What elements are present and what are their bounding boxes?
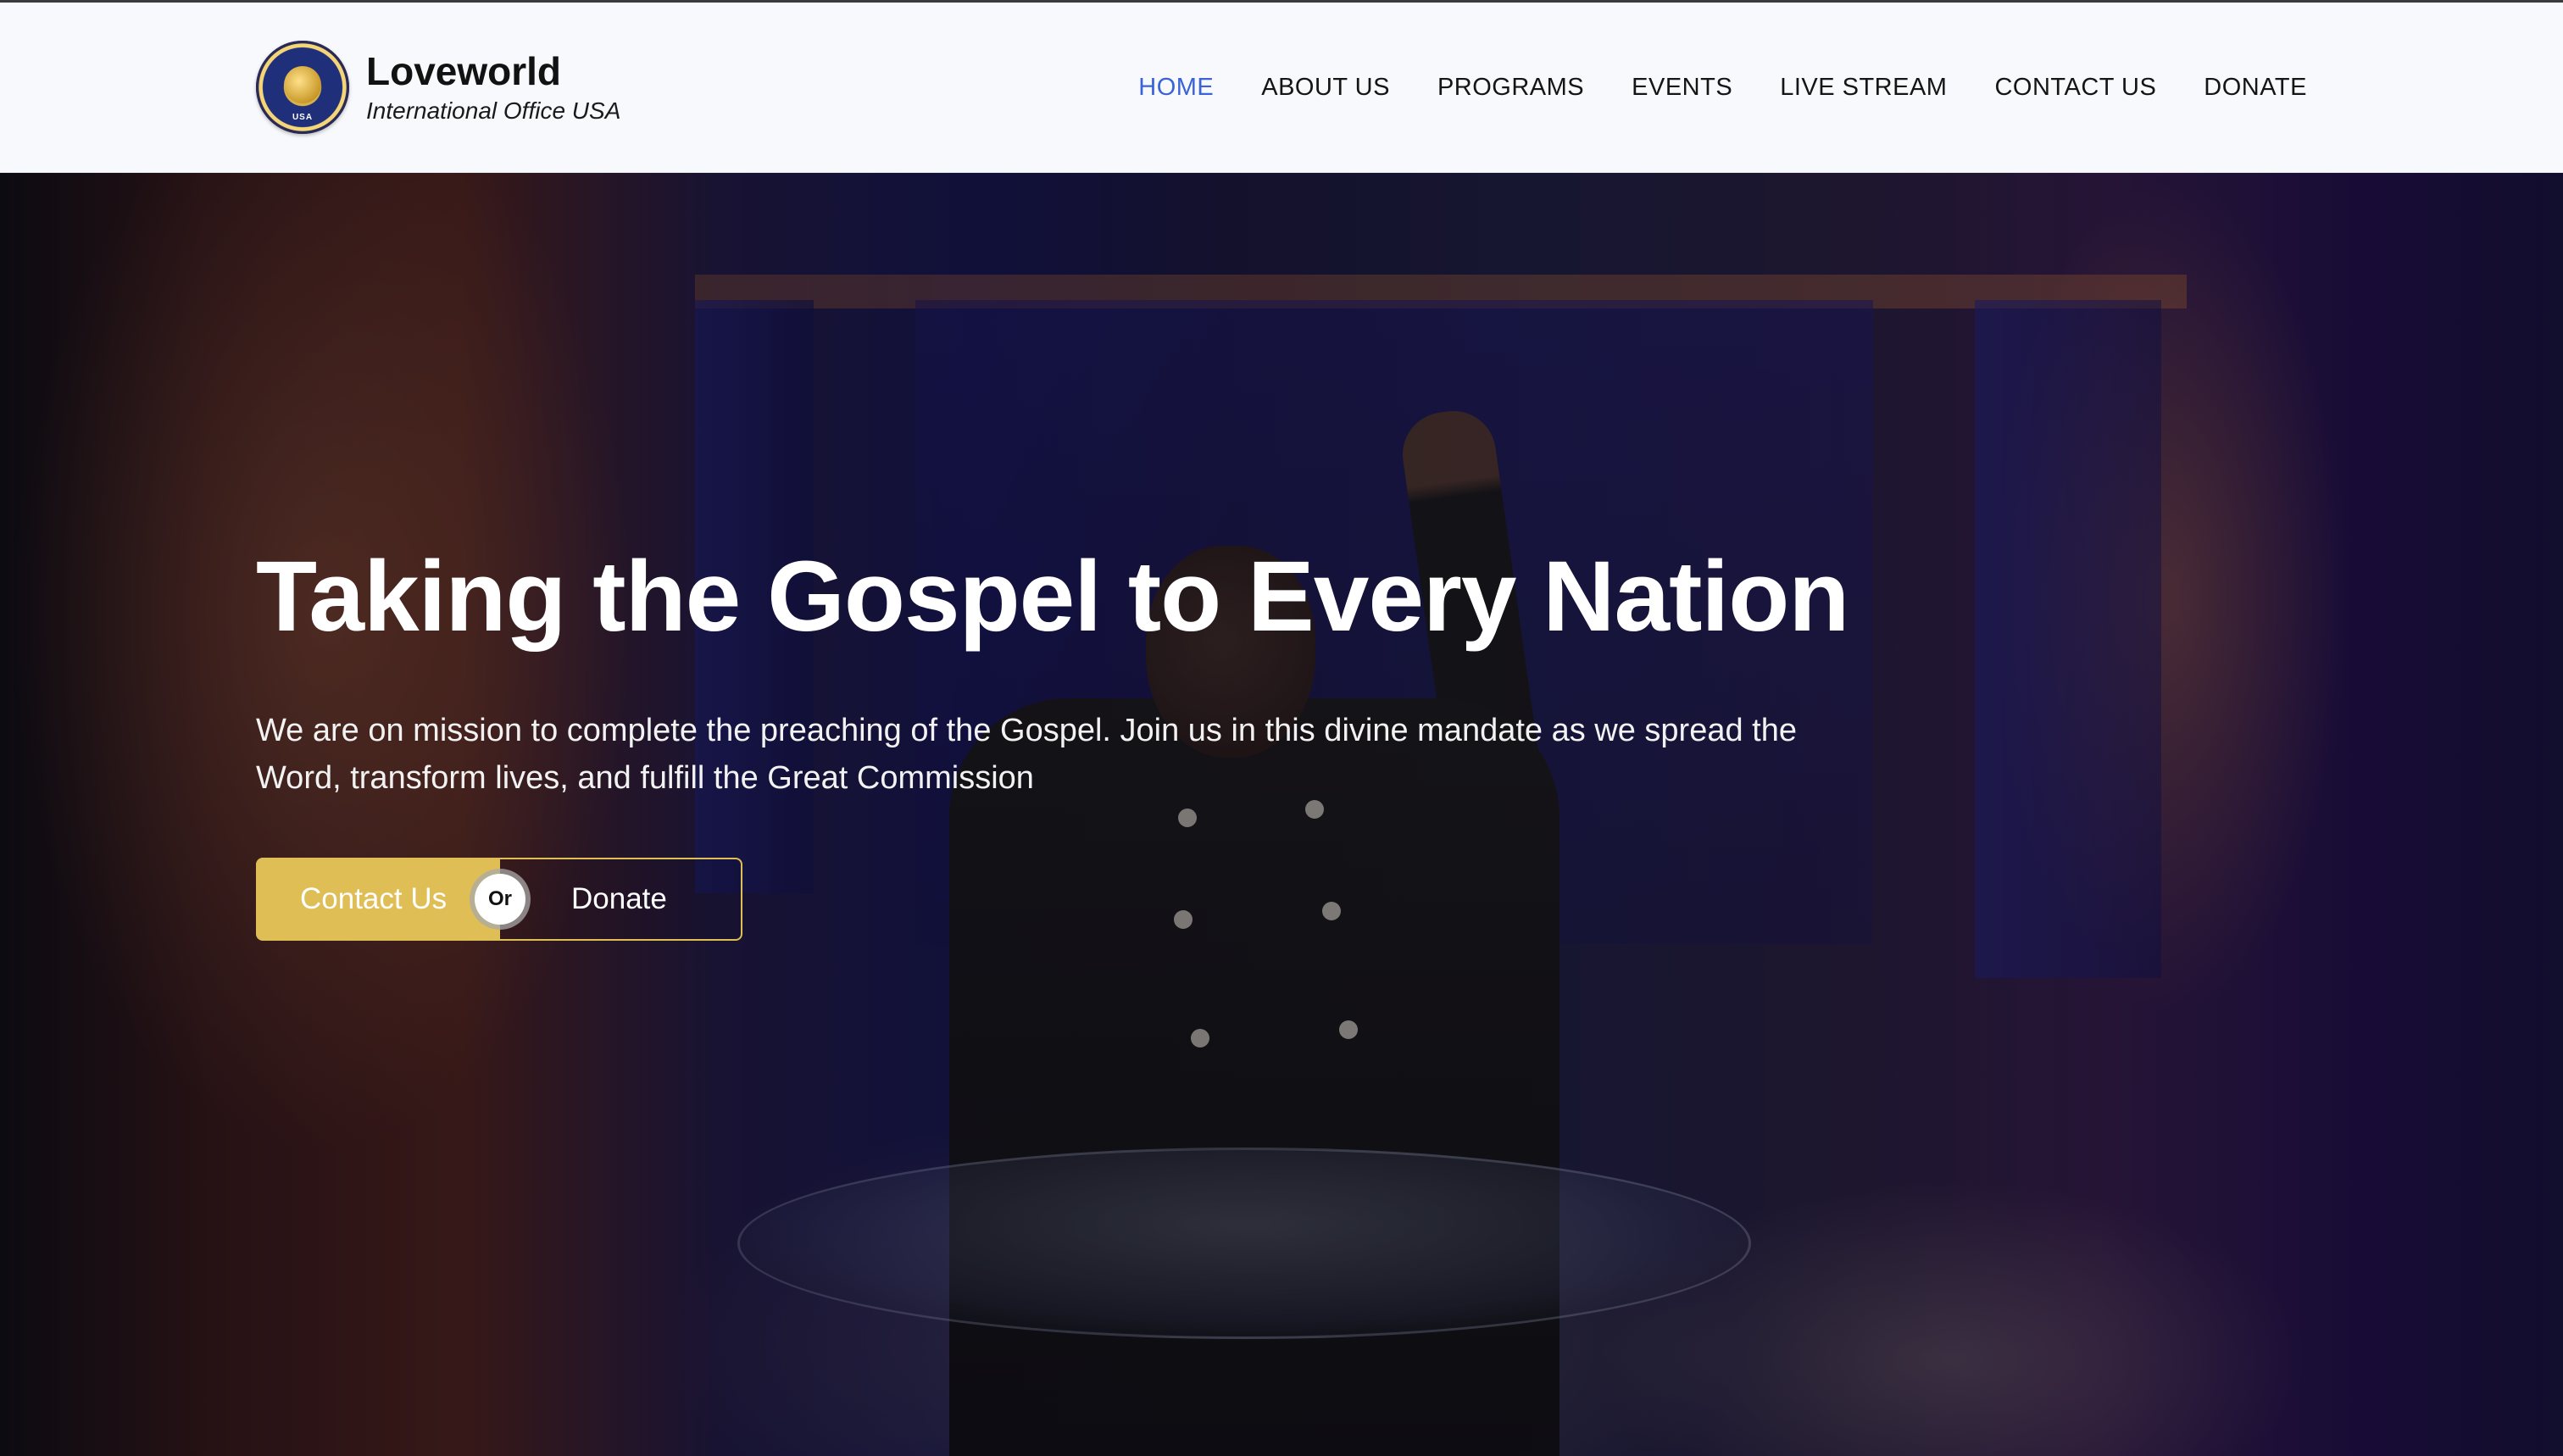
nav-item-home[interactable]: HOME (1138, 74, 1214, 102)
nav-item-donate[interactable]: DONATE (2204, 74, 2307, 102)
hero-title: Taking the Gospel to Every Nation (256, 541, 1849, 653)
brand[interactable]: USA Loveworld International Office USA (256, 40, 620, 135)
site-header: USA Loveworld International Office USA H… (0, 3, 2563, 173)
brand-title: Loveworld (366, 49, 562, 93)
hero-description: We are on mission to complete the preach… (256, 713, 1797, 796)
nav-item-about-us[interactable]: ABOUT US (1261, 74, 1390, 102)
globe-emblem (284, 66, 321, 103)
hero-content: Taking the Gospel to Every Nation We are… (256, 173, 2036, 1456)
or-divider-badge: Or (475, 874, 525, 925)
cta-button-group: Contact Us Donate Or (256, 858, 742, 941)
logo-text: USA (292, 113, 314, 122)
nav-item-contact-us[interactable]: CONTACT US (1994, 74, 2156, 102)
donate-button[interactable]: Donate (500, 858, 742, 941)
brand-subtitle: International Office USA (366, 97, 621, 124)
nav-item-live-stream[interactable]: LIVE STREAM (1780, 74, 1947, 102)
contact-us-button[interactable]: Contact Us (256, 858, 500, 941)
nav-item-events[interactable]: EVENTS (1632, 74, 1732, 102)
loveworld-logo[interactable]: USA (256, 41, 349, 134)
nav-item-programs[interactable]: PROGRAMS (1437, 74, 1584, 102)
main-nav: HOME ABOUT US PROGRAMS EVENTS LIVE STREA… (1138, 62, 2307, 113)
brand-text: Loveworld International Office USA (366, 48, 620, 126)
hero-section: Taking the Gospel to Every Nation We are… (0, 173, 2563, 1456)
